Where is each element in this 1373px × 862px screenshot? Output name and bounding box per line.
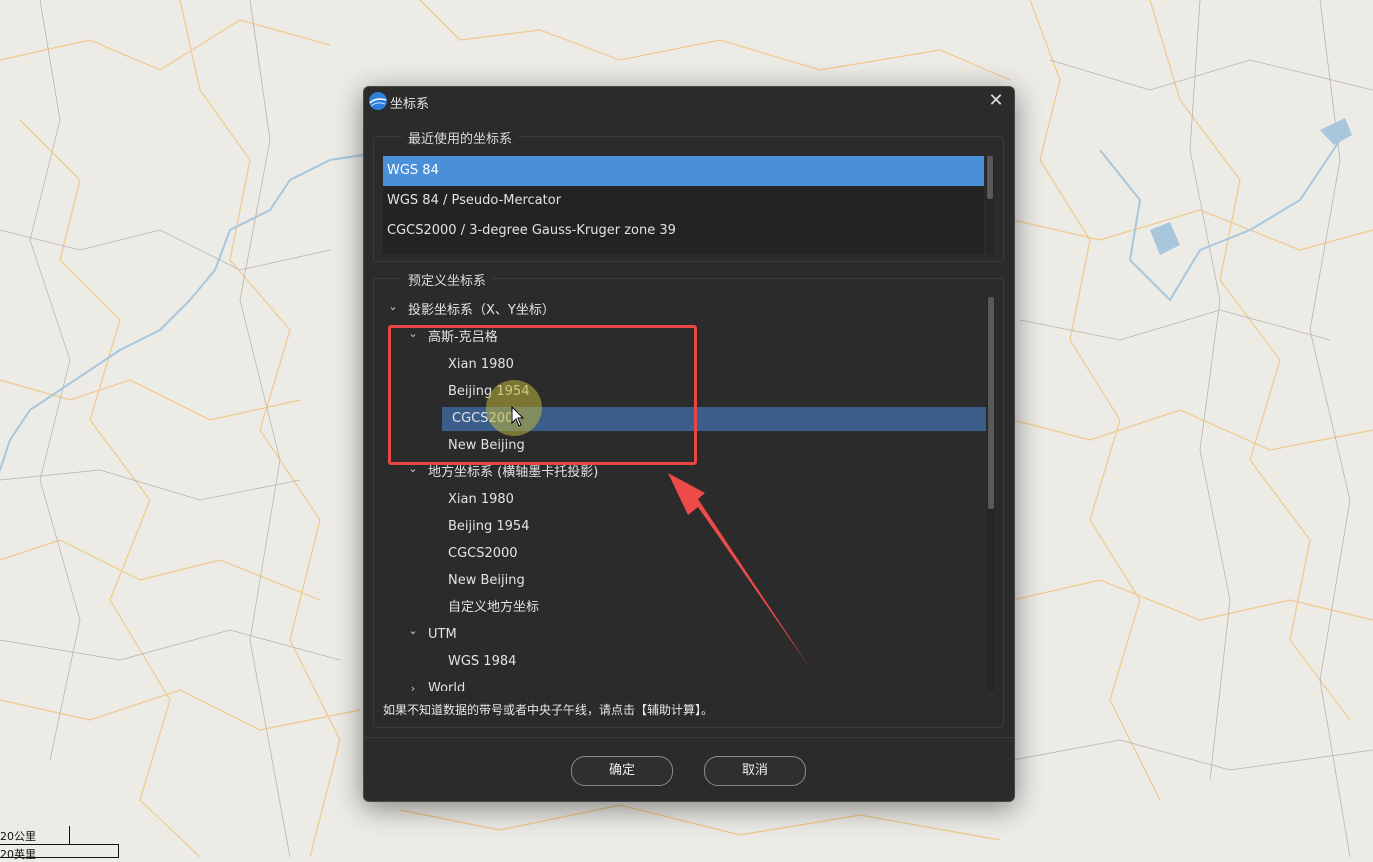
tree-node-label: Beijing 1954 <box>448 519 530 534</box>
tree-node-label: 自定义地方坐标 <box>448 600 540 615</box>
scale-label-mi: 20英里 <box>0 848 36 861</box>
tree-scrollbar[interactable] <box>987 297 995 691</box>
tree-node-label: Xian 1980 <box>448 492 514 507</box>
chevron-down-icon[interactable]: ⌄ <box>407 623 419 647</box>
recent-crs-group: 最近使用的坐标系 WGS 84 WGS 84 / Pseudo-Mercator C… <box>373 128 1004 262</box>
recent-scrollbar[interactable] <box>986 156 994 254</box>
tree-node[interactable]: › World <box>374 677 986 691</box>
scale-tick <box>69 826 70 844</box>
tree-node-label: World <box>428 681 466 691</box>
predefined-group-title: 预定义坐标系 <box>402 270 493 289</box>
scale-label-km: 20公里 <box>0 830 36 843</box>
close-icon[interactable]: ✕ <box>984 89 1008 113</box>
tree-node-label: CGCS2000 <box>448 546 518 561</box>
chevron-right-icon[interactable]: › <box>407 677 419 691</box>
help-hint: 如果不知道数据的带号或者中央子午线，请点击【辅助计算】。 <box>383 703 714 717</box>
tree-node-label: WGS 1984 <box>448 654 517 669</box>
annotation-arrow-icon <box>668 473 810 668</box>
recent-item[interactable]: CGCS2000 / 3-degree Gauss-Kruger zone 39 <box>383 216 984 246</box>
app-logo-icon <box>369 92 387 110</box>
recent-group-title: 最近使用的坐标系 <box>402 128 519 147</box>
dialog-titlebar: 坐标系 ✕ <box>364 87 1014 115</box>
chevron-down-icon[interactable]: ⌄ <box>387 299 399 323</box>
tree-scroll-thumb[interactable] <box>988 297 994 509</box>
recent-item[interactable]: WGS 84 <box>383 156 984 186</box>
footer-divider <box>364 737 1014 738</box>
tree-node[interactable]: ⌄ 投影坐标系（X、Y坐标） <box>374 299 986 323</box>
annotation-highlight-box <box>388 325 697 465</box>
tree-node-label: UTM <box>428 627 457 642</box>
recent-item[interactable]: WGS 84 / Pseudo-Mercator <box>383 186 984 216</box>
recent-scroll-thumb[interactable] <box>987 156 993 199</box>
recent-crs-list: WGS 84 WGS 84 / Pseudo-Mercator CGCS2000 /… <box>383 156 984 254</box>
scale-bar: 20公里 20英里 <box>0 826 130 861</box>
tree-node-label: 投影坐标系（X、Y坐标） <box>408 303 555 318</box>
dialog-title: 坐标系 <box>390 97 430 112</box>
tree-node-label: New Beijing <box>448 573 525 588</box>
cancel-button[interactable]: 取消 <box>704 756 806 786</box>
ok-button[interactable]: 确定 <box>571 756 673 786</box>
